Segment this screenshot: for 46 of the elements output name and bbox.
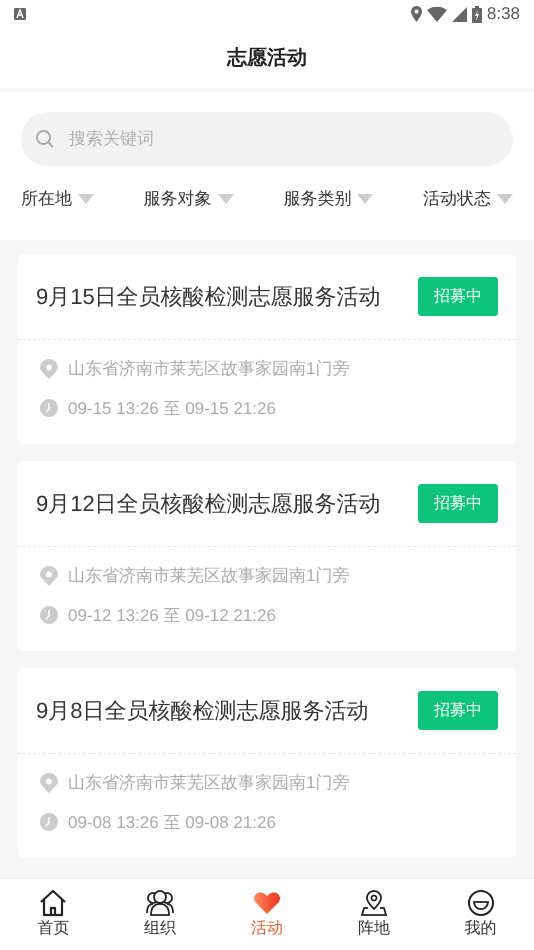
dropdown-triangle-icon <box>496 194 513 204</box>
wifi-icon <box>426 6 447 22</box>
filter-dropdown[interactable]: 活动状态 <box>422 186 513 212</box>
tab-bar-item[interactable]: 我的 <box>440 888 521 940</box>
activity-card[interactable]: 9月15日全员核酸检测志愿服务活动 招募中 山东省济南市莱芜区故事家园南1门旁 09-15 13:26 至 09-15 21:26 <box>18 254 516 444</box>
activity-time: 09-08 13:26 至 09-08 21:26 <box>68 812 276 834</box>
clock-icon <box>40 399 58 418</box>
signal-icon <box>452 6 467 22</box>
activity-title: 9月12日全员核酸检测志愿服务活动 <box>36 490 381 518</box>
smiley-icon <box>466 888 496 916</box>
location-icon <box>410 6 422 22</box>
status-badge: 招募中 <box>418 691 498 730</box>
dropdown-triangle-icon <box>218 194 234 204</box>
activity-title: 9月15日全员核酸检测志愿服务活动 <box>36 283 381 311</box>
status-badge: 招募中 <box>418 484 498 523</box>
location-icon <box>40 772 58 793</box>
activity-time: 09-12 13:26 至 09-12 21:26 <box>68 604 276 626</box>
activity-card[interactable]: 9月12日全员核酸检测志愿服务活动 招募中 山东省济南市莱芜区故事家园南1门旁 09-12 13:26 至 09-12 21:26 <box>18 461 516 651</box>
page-title: 志愿活动 <box>227 46 307 71</box>
activity-card[interactable]: 9月8日全员核酸检测志愿服务活动 招募中 山东省济南市莱芜区故事家园南1门旁 09-08 13:26 至 09-08 21:26 <box>18 668 516 858</box>
location-icon <box>40 566 58 586</box>
activity-address: 山东省济南市莱芜区故事家园南1门旁 <box>68 358 350 380</box>
filter-dropdown[interactable]: 服务对象 <box>144 186 234 212</box>
clock-icon <box>40 606 58 624</box>
dropdown-triangle-icon <box>78 194 94 204</box>
map-pin-icon <box>358 888 389 916</box>
tab-bar-item[interactable]: 阵地 <box>334 888 414 940</box>
activity-title: 9月8日全员核酸检测志愿服务活动 <box>36 697 368 725</box>
home-icon <box>38 888 68 916</box>
activity-time: 09-15 13:26 至 09-15 21:26 <box>68 398 276 420</box>
people-icon <box>145 888 176 916</box>
status-time: 8:38 <box>486 3 520 26</box>
search-field[interactable]: 搜索关键词 <box>21 112 513 166</box>
clock-icon <box>40 813 58 832</box>
filter-dropdown[interactable]: 服务类别 <box>283 186 374 212</box>
search-icon <box>35 129 55 149</box>
tab-bar-item[interactable]: 组织 <box>120 888 200 940</box>
activity-address: 山东省济南市莱芜区故事家园南1门旁 <box>68 565 350 587</box>
dropdown-triangle-icon <box>357 194 374 204</box>
status-badge: 招募中 <box>418 277 498 316</box>
activity-address: 山东省济南市莱芜区故事家园南1门旁 <box>68 772 350 794</box>
tab-bar-item[interactable]: 首页 <box>13 888 94 940</box>
filter-dropdown[interactable]: 所在地 <box>21 186 94 212</box>
location-icon <box>40 358 58 379</box>
notification-icon <box>14 8 26 20</box>
battery-icon <box>472 6 482 22</box>
